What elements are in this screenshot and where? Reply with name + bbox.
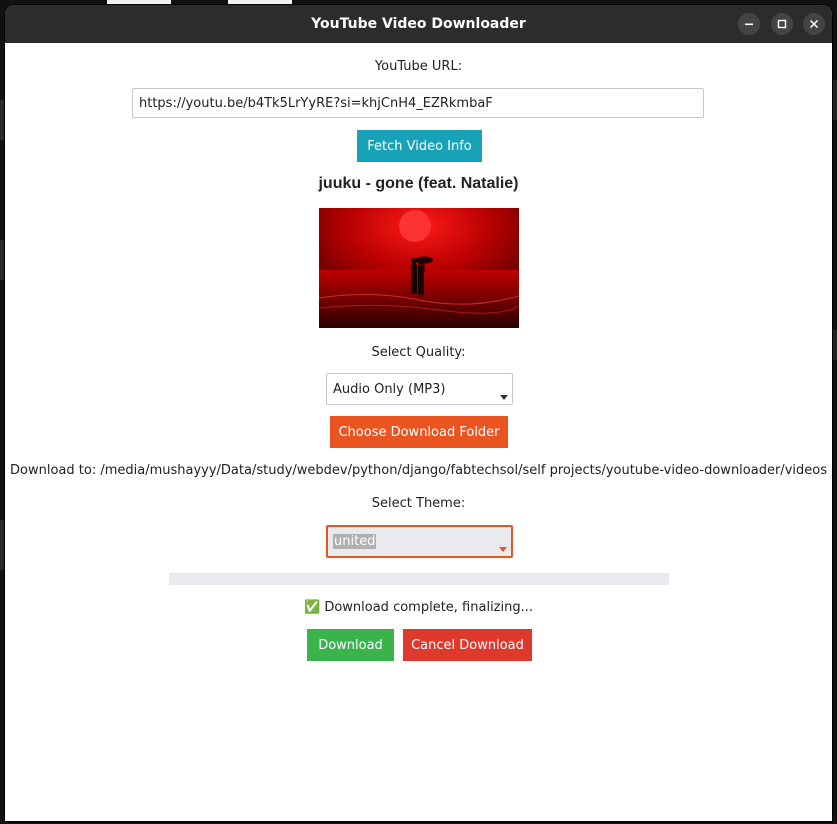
- theme-select[interactable]: united: [326, 525, 513, 558]
- window-title: YouTube Video Downloader: [311, 16, 526, 32]
- app-window: YouTube Video Downloader YouTube URL: Fe…: [5, 5, 832, 821]
- cancel-download-button[interactable]: Cancel Download: [403, 629, 532, 661]
- download-progress-bar: [169, 573, 669, 585]
- maximize-button[interactable]: [771, 13, 793, 35]
- status-text: ✅ Download complete, finalizing...: [304, 600, 533, 615]
- url-input[interactable]: [132, 88, 704, 118]
- minimize-icon: [745, 23, 753, 26]
- fetch-video-info-button[interactable]: Fetch Video Info: [357, 130, 482, 162]
- theme-label: Select Theme:: [371, 496, 466, 511]
- video-thumbnail: [319, 208, 519, 328]
- choose-download-folder-button[interactable]: Choose Download Folder: [330, 416, 508, 448]
- download-path-text: Download to: /media/mushayyy/Data/study/…: [10, 463, 827, 478]
- maximize-icon: [777, 19, 787, 29]
- quality-label: Select Quality:: [371, 345, 466, 360]
- url-label: YouTube URL:: [374, 59, 463, 74]
- dropdown-arrow-icon: [500, 395, 508, 400]
- theme-select-value: united: [333, 534, 377, 549]
- close-icon: [809, 19, 819, 29]
- close-button[interactable]: [803, 13, 825, 35]
- minimize-button[interactable]: [738, 13, 760, 35]
- quality-select-value: Audio Only (MP3): [333, 382, 446, 397]
- video-title: juuku - gone (feat. Natalie): [318, 175, 519, 192]
- download-button[interactable]: Download: [307, 629, 394, 661]
- dropdown-arrow-icon: [499, 547, 507, 552]
- progress-fill: [169, 573, 669, 585]
- title-bar: YouTube Video Downloader: [5, 5, 832, 43]
- quality-select[interactable]: Audio Only (MP3): [326, 373, 513, 405]
- main-content: YouTube URL: Fetch Video Info juuku - go…: [5, 43, 832, 821]
